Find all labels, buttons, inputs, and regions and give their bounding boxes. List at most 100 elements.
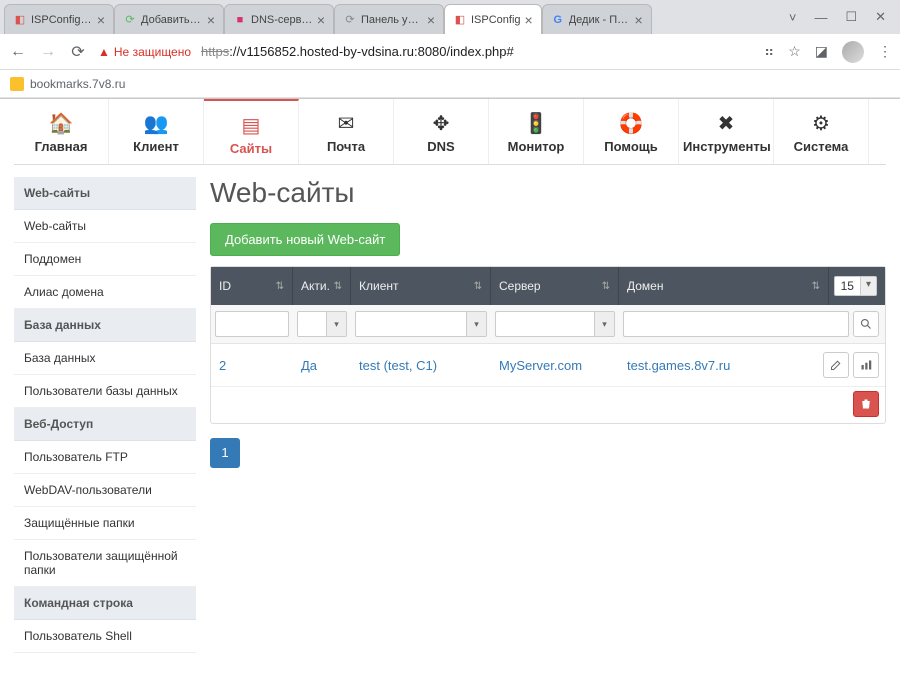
star-icon[interactable]: ☆ [788, 43, 801, 60]
cell-active[interactable]: Да [293, 358, 351, 373]
tab-title: Панель управл [361, 14, 423, 26]
nav-tools[interactable]: ✖ Инструменты [679, 99, 774, 164]
cell-domain[interactable]: test.games.8v7.ru [619, 358, 823, 373]
cell-server[interactable]: MyServer.com [491, 358, 619, 373]
content: Web-сайты Добавить новый Web-сайт ID⇅ Ак… [210, 177, 886, 653]
sidebar-item-subdomain[interactable]: Поддомен [14, 243, 196, 276]
sort-icon: ⇅ [474, 281, 482, 292]
gear-icon: ⚙ [778, 111, 864, 135]
sidebar-item-webdav[interactable]: WebDAV-пользователи [14, 474, 196, 507]
tab-title: DNS-серверы [251, 14, 313, 26]
edit-button[interactable] [823, 352, 849, 378]
browser-tab-active[interactable]: ◧ ISPConfig × [444, 4, 542, 34]
nav-home[interactable]: 🏠 Главная [14, 99, 109, 164]
maximize-icon[interactable]: ☐ [845, 9, 857, 25]
apply-filter-button[interactable] [853, 311, 879, 337]
sort-icon: ⇅ [334, 281, 342, 292]
browser-tab[interactable]: ◧ ISPConfig Host × [4, 4, 114, 34]
home-icon: 🏠 [18, 111, 104, 135]
col-active[interactable]: Акти.⇅ [293, 267, 351, 305]
filter-domain-input[interactable] [623, 311, 849, 337]
sidebar-item-db[interactable]: База данных [14, 342, 196, 375]
sidebar-section-db: База данных [14, 309, 196, 342]
filter-server-select[interactable]: ▾ [495, 311, 615, 337]
monitor-icon: 🚦 [493, 111, 579, 135]
sidebar-item-websites[interactable]: Web-сайты [14, 210, 196, 243]
sidebar-item-protected-users[interactable]: Пользователи защищённой папки [14, 540, 196, 587]
sidebar-item-shell[interactable]: Пользователь Shell [14, 620, 196, 653]
nav-mail[interactable]: ✉ Почта [299, 99, 394, 164]
help-icon: 🛟 [588, 111, 674, 135]
tab-title: ISPConfig Host [31, 14, 93, 26]
filter-active-select[interactable]: ▾ [297, 311, 347, 337]
close-icon[interactable]: × [525, 13, 533, 27]
nav-dns[interactable]: ✥ DNS [394, 99, 489, 164]
favicon-icon: ⟳ [123, 13, 137, 27]
sidebar-item-alias[interactable]: Алиас домена [14, 276, 196, 309]
search-icon [860, 318, 872, 330]
page-size-selector[interactable]: 15 ▾ [829, 267, 885, 305]
delete-button[interactable] [853, 391, 879, 417]
bookmark-item[interactable]: bookmarks.7v8.ru [30, 77, 125, 91]
minimize-icon[interactable]: — [814, 10, 827, 25]
nav-monitor[interactable]: 🚦 Монитор [489, 99, 584, 164]
close-icon[interactable]: × [317, 13, 325, 27]
add-website-button[interactable]: Добавить новый Web-сайт [210, 223, 400, 256]
browser-tab[interactable]: G Дедик - Поиск × [542, 4, 652, 34]
table-row[interactable]: 2 Да test (test, C1) MyServer.com test.g… [211, 344, 885, 387]
chevron-down-icon[interactable]: ˅ [789, 10, 797, 25]
filter-client-select[interactable]: ▾ [355, 311, 487, 337]
translate-icon[interactable]: ⠶ [764, 43, 774, 60]
tab-title: ISPConfig [471, 14, 521, 26]
chevron-down-icon[interactable]: ▾ [861, 276, 877, 296]
close-icon[interactable]: × [97, 13, 105, 27]
nav-help[interactable]: 🛟 Помощь [584, 99, 679, 164]
sidebar-item-db-users[interactable]: Пользователи базы данных [14, 375, 196, 408]
nav-client[interactable]: 👥 Клиент [109, 99, 204, 164]
profile-avatar[interactable] [842, 41, 864, 63]
favicon-icon: G [551, 13, 565, 27]
nav-sites[interactable]: ▤ Сайты [204, 99, 299, 164]
back-icon[interactable]: ← [8, 43, 28, 61]
not-secure-badge[interactable]: ▲ Не защищено [98, 45, 191, 59]
browser-tab[interactable]: ⟳ Панель управл × [334, 4, 444, 34]
addr-icons: ⠶ ☆ ◪ ⋮ [764, 41, 892, 63]
stats-button[interactable] [853, 352, 879, 378]
close-icon[interactable]: × [427, 13, 435, 27]
reload-icon[interactable]: ⟳ [68, 42, 88, 62]
websites-table: ID⇅ Акти.⇅ Клиент⇅ Сервер⇅ Домен⇅ 15 ▾ [210, 266, 886, 424]
sidebar-section-cmdline: Командная строка [14, 587, 196, 620]
url-rest: ://v1156852.hosted-by-vdsina.ru:8080/ind… [229, 44, 514, 59]
sidebar-item-protected-folders[interactable]: Защищённые папки [14, 507, 196, 540]
page-title: Web-сайты [210, 177, 886, 209]
sidebar-item-ftp[interactable]: Пользователь FTP [14, 441, 196, 474]
nav-system[interactable]: ⚙ Система [774, 99, 869, 164]
filter-id-input[interactable] [215, 311, 289, 337]
page-1-button[interactable]: 1 [210, 438, 240, 468]
table-header: ID⇅ Акти.⇅ Клиент⇅ Сервер⇅ Домен⇅ 15 ▾ [211, 267, 885, 305]
close-window-icon[interactable]: ✕ [875, 9, 886, 25]
warning-icon: ▲ [98, 45, 110, 59]
url-display[interactable]: https://v1156852.hosted-by-vdsina.ru:808… [201, 44, 754, 59]
extension-icon[interactable]: ◪ [815, 43, 828, 60]
col-client[interactable]: Клиент⇅ [351, 267, 491, 305]
bookmark-folder-icon [10, 77, 24, 91]
sites-icon: ▤ [208, 113, 294, 137]
page-size-value: 15 [834, 276, 861, 296]
col-id[interactable]: ID⇅ [211, 267, 293, 305]
sort-icon: ⇅ [812, 281, 820, 292]
browser-tab[interactable]: ⟳ Добавить тов… × [114, 4, 224, 34]
browser-tab[interactable]: ■ DNS-серверы × [224, 4, 334, 34]
kebab-menu-icon[interactable]: ⋮ [878, 43, 892, 60]
favicon-icon: ◧ [13, 13, 27, 27]
close-icon[interactable]: × [635, 13, 643, 27]
cell-client[interactable]: test (test, C1) [351, 358, 491, 373]
cell-id[interactable]: 2 [211, 358, 293, 373]
favicon-icon: ⟳ [343, 13, 357, 27]
close-icon[interactable]: × [207, 13, 215, 27]
sort-icon: ⇅ [276, 281, 284, 292]
bookmark-bar: bookmarks.7v8.ru [0, 70, 900, 98]
col-domain[interactable]: Домен⇅ [619, 267, 829, 305]
col-server[interactable]: Сервер⇅ [491, 267, 619, 305]
tab-title: Добавить тов… [141, 14, 203, 26]
